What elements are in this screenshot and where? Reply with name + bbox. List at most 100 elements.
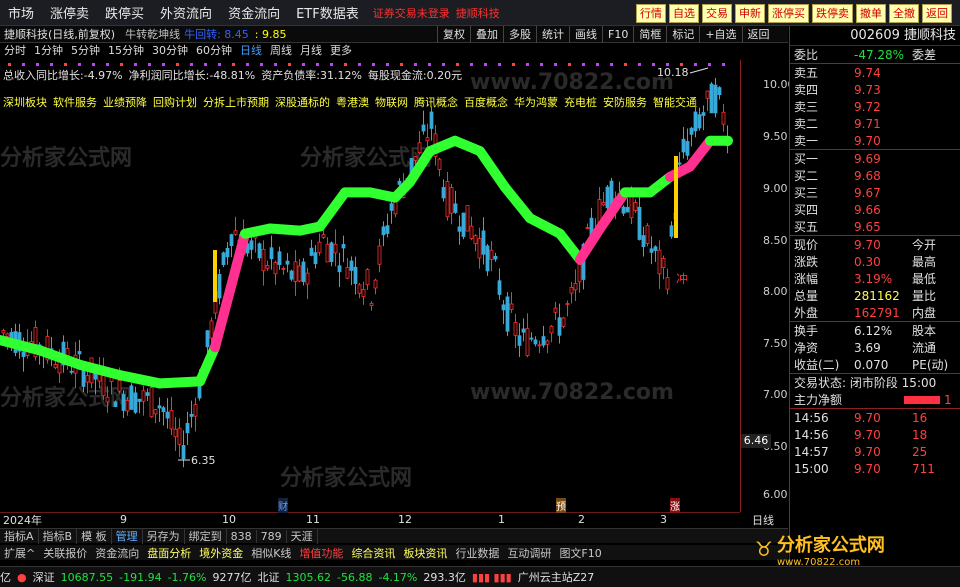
- menu-item-etf[interactable]: ETF数据表: [288, 3, 367, 22]
- order-row[interactable]: 买一 9.69: [790, 150, 960, 167]
- netflow-row: 主力净额 1: [790, 391, 960, 408]
- tick-price: 9.70: [854, 410, 881, 425]
- stat-value: 6.12%: [854, 323, 893, 338]
- subtab-value-added[interactable]: 增值功能: [295, 545, 347, 561]
- tick-row: 14:56 9.70 16: [790, 409, 960, 426]
- tab-bind[interactable]: 绑定到: [185, 528, 227, 544]
- candle-body: [185, 422, 190, 434]
- menu-bar: 市场 涨停卖 跌停买 外资流向 资金流向 ETF数据表 证券交易未登录 捷顺科技…: [0, 0, 960, 26]
- indicator-name[interactable]: 牛转乾坤线: [125, 26, 180, 42]
- btn-rights[interactable]: 复权: [437, 26, 470, 43]
- btn-f10[interactable]: F10: [602, 26, 633, 43]
- quick-btn-trade[interactable]: 交易: [702, 4, 732, 23]
- subtab-capital-flow[interactable]: 资金流向: [91, 545, 143, 561]
- order-row[interactable]: 买四 9.66: [790, 201, 960, 218]
- candle-body: [329, 242, 334, 263]
- stat-label-2: 最低: [912, 272, 937, 286]
- buy1-label: 买一: [794, 152, 819, 166]
- candle-body: [609, 180, 614, 206]
- signal-label: 冲: [676, 271, 688, 286]
- tab-indicator-b[interactable]: 指标B: [39, 528, 78, 544]
- order-row[interactable]: 买二 9.68: [790, 167, 960, 184]
- subtab-similar-kline[interactable]: 相似K线: [247, 545, 295, 561]
- tick-volume: 16: [912, 410, 928, 425]
- candle-body: [321, 234, 326, 238]
- trend-ribbon-segment: [525, 213, 565, 239]
- subtab-foreign-capital[interactable]: 境外资金: [195, 545, 247, 561]
- btn-add-watch[interactable]: +自选: [699, 26, 741, 43]
- order-row[interactable]: 卖五 9.74: [790, 64, 960, 81]
- event-marker-finance[interactable]: 财: [278, 498, 288, 513]
- menu-item-market[interactable]: 市场: [0, 3, 42, 22]
- tab-838[interactable]: 838: [227, 529, 257, 543]
- stat-label-2: 最高: [912, 255, 937, 269]
- tick-row: 14:56 9.70 18: [790, 426, 960, 443]
- btn-simple[interactable]: 简框: [633, 26, 666, 43]
- tab-template[interactable]: 模 板: [77, 528, 112, 544]
- candle-body: [125, 400, 130, 412]
- subtab-sector-news[interactable]: 板块资讯: [399, 545, 451, 561]
- tab-tianya[interactable]: 天涯: [287, 528, 318, 544]
- buy3-price: 9.67: [854, 185, 881, 200]
- subtab-market-analysis[interactable]: 盘面分析: [143, 545, 195, 561]
- quick-btn-limit-up-buy[interactable]: 涨停买: [768, 4, 809, 23]
- btn-overlay[interactable]: 叠加: [470, 26, 503, 43]
- order-row[interactable]: 卖一 9.70: [790, 132, 960, 149]
- subtab-f10[interactable]: 图文F10: [555, 545, 605, 561]
- candle-body: [701, 112, 706, 116]
- menu-item-limit-up-sell[interactable]: 涨停卖: [42, 3, 97, 22]
- buy5-label: 买五: [794, 220, 819, 234]
- stat-label-2: 流通: [912, 341, 937, 355]
- indicator-tabs: 指标A 指标B 模 板 管理 另存为 绑定到 838 789 天涯: [0, 528, 788, 544]
- quick-btn-watchlist[interactable]: 自选: [669, 4, 699, 23]
- tab-manage[interactable]: 管理: [112, 528, 143, 544]
- order-row[interactable]: 卖二 9.71: [790, 115, 960, 132]
- order-row[interactable]: 买五 9.65: [790, 218, 960, 235]
- candle-body: [133, 392, 138, 413]
- event-marker-forecast[interactable]: 预: [556, 498, 566, 513]
- quick-btn-back[interactable]: 返回: [922, 4, 952, 23]
- subtab-interaction[interactable]: 互动调研: [503, 545, 555, 561]
- candle-body: [297, 265, 302, 282]
- candle-body: [281, 268, 286, 270]
- quick-btn-quote[interactable]: 行情: [636, 4, 666, 23]
- tick-row: 15:00 9.70 711: [790, 460, 960, 477]
- btn-mark[interactable]: 标记: [666, 26, 699, 43]
- subtab-expand[interactable]: 扩展^: [0, 545, 39, 561]
- candle-body: [681, 138, 686, 153]
- order-row[interactable]: 买三 9.67: [790, 184, 960, 201]
- order-row[interactable]: 卖四 9.73: [790, 81, 960, 98]
- btn-return[interactable]: 返回: [741, 26, 775, 43]
- quick-btn-cancel-all[interactable]: 全撤: [889, 4, 919, 23]
- quick-btn-limit-down-sell[interactable]: 跌停卖: [812, 4, 853, 23]
- tab-789[interactable]: 789: [257, 529, 287, 543]
- subtab-related-quotes[interactable]: 关联报价: [39, 545, 91, 561]
- menu-item-foreign-flow[interactable]: 外资流向: [152, 3, 220, 22]
- tab-indicator-a[interactable]: 指标A: [0, 528, 39, 544]
- candle-body: [637, 206, 642, 240]
- candle-body: [145, 392, 150, 396]
- tab-save-as[interactable]: 另存为: [143, 528, 185, 544]
- btn-multi[interactable]: 多股: [503, 26, 536, 43]
- top-dot: [148, 63, 151, 66]
- server-site[interactable]: 广州云主站Z27: [518, 569, 595, 585]
- kline-chart[interactable]: 10.18 6.35 冲: [0, 44, 788, 512]
- menu-item-capital-flow[interactable]: 资金流向: [220, 3, 288, 22]
- order-row[interactable]: 卖三 9.72: [790, 98, 960, 115]
- top-dot: [694, 63, 697, 66]
- menu-item-limit-down-buy[interactable]: 跌停买: [97, 3, 152, 22]
- subtab-industry-data[interactable]: 行业数据: [451, 545, 503, 561]
- top-dot: [274, 63, 277, 66]
- candle-body: [189, 413, 194, 417]
- quick-btn-cancel[interactable]: 撤单: [856, 4, 886, 23]
- top-dot: [8, 63, 11, 66]
- quick-btn-ipo[interactable]: 申新: [735, 4, 765, 23]
- candle-body: [573, 283, 578, 291]
- event-marker-limitup[interactable]: 涨: [670, 498, 680, 513]
- btn-stats[interactable]: 统计: [536, 26, 569, 43]
- subtab-news[interactable]: 综合资讯: [347, 545, 399, 561]
- date-tick: 9: [120, 513, 127, 526]
- btn-draw[interactable]: 画线: [569, 26, 602, 43]
- login-warning[interactable]: 证券交易未登录: [373, 5, 450, 21]
- candle-body: [209, 320, 214, 339]
